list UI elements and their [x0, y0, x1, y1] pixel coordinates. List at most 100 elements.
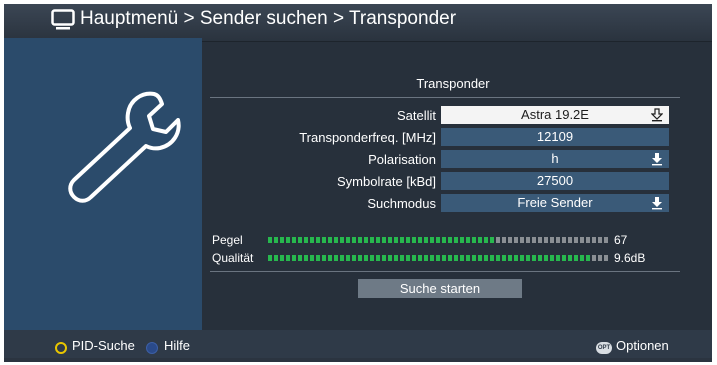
meter-segment	[466, 237, 470, 243]
meter-segment	[274, 237, 278, 243]
frequency-value: 12109	[536, 129, 574, 144]
meter-segment	[580, 237, 584, 243]
options-action[interactable]: Optionen	[616, 338, 669, 353]
meter-segment	[574, 237, 578, 243]
meter-segment	[424, 237, 428, 243]
symbolrate-field[interactable]: 27500	[441, 172, 669, 190]
meter-segment	[430, 237, 434, 243]
meter-segment	[520, 255, 524, 261]
meter-segment	[394, 255, 398, 261]
meter-segment	[448, 255, 452, 261]
meter-segment	[346, 255, 350, 261]
meter-segment	[478, 255, 482, 261]
dropdown-arrow-icon	[652, 197, 662, 210]
meter-segment	[562, 255, 566, 261]
meter-segment	[304, 255, 308, 261]
meter-segment	[526, 255, 530, 261]
searchmode-dropdown[interactable]: Freie Sender	[441, 194, 669, 212]
meter-segment	[568, 237, 572, 243]
level-meter	[268, 237, 608, 243]
yellow-button-icon	[55, 342, 67, 354]
meter-segment	[334, 255, 338, 261]
meter-segment	[532, 237, 536, 243]
symbolrate-label: Symbolrate [kBd]	[337, 174, 436, 189]
polarisation-label: Polarisation	[368, 152, 436, 167]
meter-segment	[454, 255, 458, 261]
meter-segment	[568, 255, 572, 261]
meter-segment	[274, 255, 278, 261]
meter-segment	[514, 237, 518, 243]
meter-segment	[592, 255, 596, 261]
meter-segment	[496, 255, 500, 261]
meter-segment	[268, 237, 272, 243]
meter-segment	[304, 237, 308, 243]
meter-segment	[328, 255, 332, 261]
meter-segment	[310, 237, 314, 243]
frequency-label: Transponderfreq. [MHz]	[299, 130, 436, 145]
meter-segment	[388, 237, 392, 243]
meter-segment	[598, 237, 602, 243]
meter-segment	[472, 255, 476, 261]
meter-segment	[484, 255, 488, 261]
symbolrate-value: 27500	[536, 173, 574, 188]
meter-segment	[394, 237, 398, 243]
meter-segment	[352, 237, 356, 243]
meter-segment	[556, 237, 560, 243]
meter-segment	[298, 255, 302, 261]
meter-segment	[322, 255, 326, 261]
meter-segment	[268, 255, 272, 261]
meter-segment	[538, 237, 542, 243]
meter-segment	[550, 237, 554, 243]
meter-segment	[454, 237, 458, 243]
satellite-dropdown[interactable]: Astra 19.2E	[441, 106, 669, 124]
meter-segment	[364, 237, 368, 243]
meter-segment	[424, 255, 428, 261]
meter-segment	[316, 255, 320, 261]
blue-button-icon	[146, 342, 158, 354]
level-label: Pegel	[212, 233, 243, 247]
meter-segment	[388, 255, 392, 261]
meter-segment	[412, 237, 416, 243]
meter-segment	[574, 255, 578, 261]
quality-label: Qualität	[212, 251, 254, 265]
tv-icon	[51, 9, 75, 30]
meter-segment	[364, 255, 368, 261]
meter-segment	[292, 255, 296, 261]
meter-segment	[490, 255, 494, 261]
pid-search-action[interactable]: PID-Suche	[72, 338, 135, 353]
start-search-button[interactable]: Suche starten	[358, 279, 522, 298]
meter-segment	[346, 237, 350, 243]
meter-segment	[400, 237, 404, 243]
meter-segment	[496, 237, 500, 243]
meter-segment	[418, 255, 422, 261]
meter-segment	[478, 237, 482, 243]
frequency-field[interactable]: 12109	[441, 128, 669, 146]
meter-segment	[352, 255, 356, 261]
section-title: Transponder	[416, 76, 490, 91]
meter-segment	[502, 255, 506, 261]
meter-segment	[382, 237, 386, 243]
meter-segment	[370, 255, 374, 261]
meter-segment	[382, 255, 386, 261]
page-title: Hauptmenü > Sender suchen > Transponder	[80, 8, 457, 29]
meter-segment	[298, 237, 302, 243]
meter-segment	[436, 255, 440, 261]
meter-segment	[412, 255, 416, 261]
dropdown-arrow-icon	[651, 108, 663, 122]
searchmode-label: Suchmodus	[367, 196, 436, 211]
meter-segment	[604, 237, 608, 243]
help-action[interactable]: Hilfe	[164, 338, 190, 353]
meter-segment	[316, 237, 320, 243]
meter-segment	[490, 237, 494, 243]
polarisation-dropdown[interactable]: h	[441, 150, 669, 168]
meter-segment	[430, 255, 434, 261]
meter-segment	[406, 237, 410, 243]
meter-segment	[562, 237, 566, 243]
meter-segment	[280, 237, 284, 243]
meter-segment	[358, 237, 362, 243]
meter-segment	[532, 255, 536, 261]
meter-segment	[448, 237, 452, 243]
meter-segment	[604, 255, 608, 261]
meter-segment	[442, 255, 446, 261]
meter-segment	[502, 237, 506, 243]
